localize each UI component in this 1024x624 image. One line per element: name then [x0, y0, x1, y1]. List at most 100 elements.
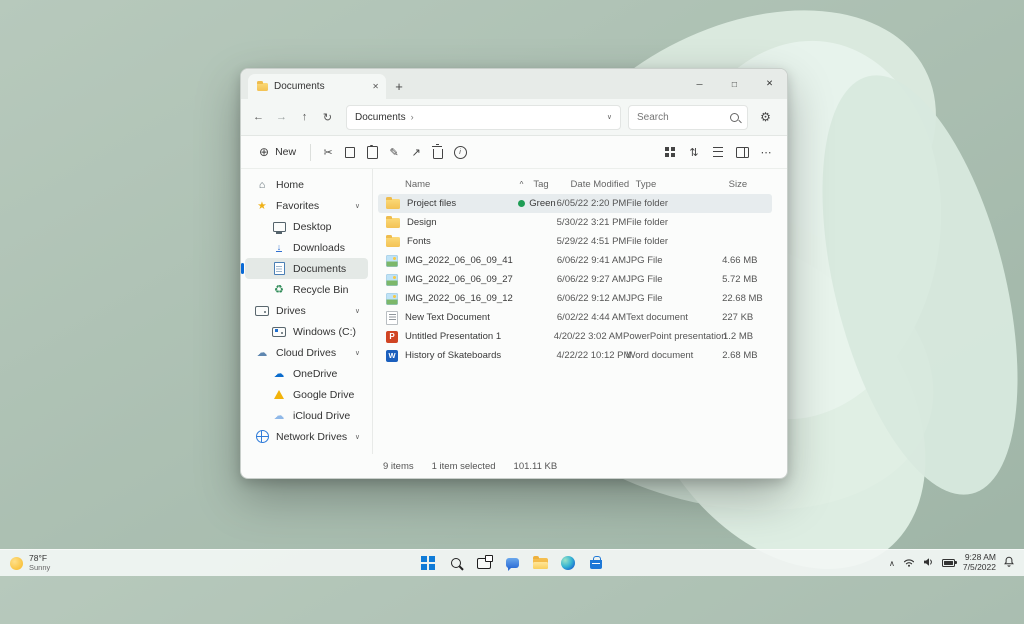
chat-icon	[505, 558, 519, 571]
view-button[interactable]	[707, 140, 729, 164]
column-tag[interactable]: Tag	[533, 179, 570, 190]
chevron-down-icon[interactable]: ∨	[355, 433, 360, 441]
sidebar-item-windows-c[interactable]: Windows (C:)	[245, 321, 368, 342]
file-explorer-button[interactable]	[531, 554, 549, 572]
file-row[interactable]: Fonts 5/29/22 4:51 PM File folder	[378, 232, 772, 251]
wifi-icon[interactable]	[903, 554, 915, 572]
sidebar-section-drives[interactable]: Drives ∨	[245, 300, 368, 321]
sidebar-item-recycle-bin[interactable]: ♻ Recycle Bin	[245, 279, 368, 300]
file-row[interactable]: IMG_2022_06_06_09_27 6/06/22 9:27 AM JPG…	[378, 270, 772, 289]
column-name[interactable]: Name ^	[386, 179, 533, 190]
windows-logo-icon	[421, 556, 427, 562]
sidebar-item-google-drive[interactable]: Google Drive	[245, 384, 368, 405]
file-explorer-window: Documents ✕ + ─ □ ✕ ← → ↑ ↻ Documents › …	[240, 68, 788, 479]
settings-button[interactable]: ⚙	[754, 106, 777, 129]
sidebar-section-network-drives[interactable]: Network Drives ∨	[245, 426, 368, 447]
image-file-icon	[386, 292, 398, 305]
file-row[interactable]: Design 5/30/22 3:21 PM File folder	[378, 213, 772, 232]
select-button[interactable]	[659, 140, 681, 164]
paste-button[interactable]	[361, 140, 383, 164]
notification-bell-icon[interactable]	[1004, 554, 1014, 572]
file-row[interactable]: Project files Green 6/05/22 2:20 PM File…	[378, 194, 772, 213]
tray-chevron-up-icon[interactable]: ∧	[889, 559, 895, 568]
chevron-down-icon[interactable]: ∨	[355, 202, 360, 210]
folder-icon	[386, 234, 400, 247]
sidebar-item-icloud-drive[interactable]: ☁ iCloud Drive	[245, 405, 368, 426]
refresh-button[interactable]: ↻	[316, 106, 339, 129]
back-button[interactable]: ←	[247, 106, 270, 129]
new-tab-button[interactable]: +	[386, 74, 412, 99]
breadcrumb[interactable]: Documents	[355, 112, 406, 123]
weather-widget[interactable]: 78°F Sunny	[10, 553, 50, 572]
tab-documents[interactable]: Documents ✕	[248, 74, 386, 99]
column-date-modified[interactable]: Date Modified	[571, 179, 636, 190]
search-input[interactable]: Search	[628, 104, 748, 130]
taskbar-clock[interactable]: 9:28 AM 7/5/2022	[962, 552, 996, 573]
see-more-button[interactable]: ⋯	[755, 140, 777, 164]
green-tag-icon	[518, 200, 526, 207]
file-row[interactable]: P Untitled Presentation 1 4/20/22 3:02 AM…	[378, 327, 772, 346]
copy-button[interactable]	[339, 140, 361, 164]
battery-icon[interactable]	[941, 559, 957, 567]
sidebar-section-cloud-drives[interactable]: ☁ Cloud Drives ∨	[245, 342, 368, 363]
tab-bar: Documents ✕ + ─ □ ✕	[241, 69, 787, 99]
copy-icon	[345, 144, 359, 158]
folder-icon	[386, 215, 400, 228]
chat-button[interactable]	[503, 554, 521, 572]
chevron-down-icon[interactable]: ∨	[355, 349, 360, 357]
sidebar-section-favorites[interactable]: ★ Favorites ∨	[245, 195, 368, 216]
maximize-button[interactable]: □	[717, 69, 752, 98]
windows-drive-icon	[272, 326, 286, 337]
sidebar-item-onedrive[interactable]: ☁ OneDrive	[245, 363, 368, 384]
search-icon	[451, 558, 461, 568]
share-button[interactable]: ↗	[405, 140, 427, 164]
image-file-icon	[386, 254, 398, 267]
chevron-down-icon[interactable]: ∨	[355, 307, 360, 315]
sidebar-item-home[interactable]: ⌂ Home	[245, 174, 368, 195]
close-button[interactable]: ✕	[752, 69, 787, 98]
address-bar[interactable]: Documents › ∨	[346, 104, 621, 130]
folder-tab-icon	[257, 80, 268, 91]
start-button[interactable]	[419, 554, 437, 572]
tab-close-button[interactable]: ✕	[372, 82, 379, 91]
new-button[interactable]: ⊕ New	[251, 140, 304, 164]
navigation-bar: ← → ↑ ↻ Documents › ∨ Search ⚙	[241, 99, 787, 136]
file-row[interactable]: New Text Document 6/02/22 4:44 AM Text d…	[378, 308, 772, 327]
task-view-button[interactable]	[475, 554, 494, 572]
properties-button[interactable]: i	[449, 140, 471, 164]
cut-button[interactable]: ✂	[317, 140, 339, 164]
column-headers: Name ^ Tag Date Modified Type Size	[378, 174, 777, 194]
file-row[interactable]: IMG_2022_06_16_09_12 6/06/22 9:12 AM JPG…	[378, 289, 772, 308]
column-size[interactable]: Size	[729, 179, 777, 190]
sidebar-item-downloads[interactable]: ↓ Downloads	[245, 237, 368, 258]
taskbar-center-icons	[419, 550, 605, 576]
forward-button[interactable]: →	[270, 106, 293, 129]
edge-button[interactable]	[559, 554, 577, 572]
share-icon: ↗	[411, 146, 421, 159]
clock-date: 7/5/2022	[962, 562, 996, 572]
sidebar-item-documents[interactable]: Documents	[241, 258, 368, 279]
file-row[interactable]: W History of Skateboards 4/22/22 10:12 PM…	[378, 346, 772, 365]
sort-button[interactable]: ⇅	[683, 140, 705, 164]
column-type[interactable]: Type	[636, 179, 729, 190]
store-icon	[590, 556, 602, 569]
up-button[interactable]: ↑	[293, 106, 316, 129]
trash-icon	[432, 144, 444, 159]
panel-icon	[735, 146, 749, 158]
store-button[interactable]	[587, 554, 605, 572]
minimize-button[interactable]: ─	[682, 69, 717, 98]
taskbar: 78°F Sunny ∧ 9:28 AM 7/5/2022	[0, 549, 1024, 576]
drive-icon	[255, 305, 269, 316]
taskbar-search-button[interactable]	[447, 554, 465, 572]
details-pane-button[interactable]	[731, 140, 753, 164]
file-row[interactable]: IMG_2022_06_06_09_41 6/06/22 9:41 AM JPG…	[378, 251, 772, 270]
rename-button[interactable]: ✎	[383, 140, 405, 164]
delete-button[interactable]	[427, 140, 449, 164]
volume-icon[interactable]	[923, 554, 934, 572]
sidebar-item-desktop[interactable]: Desktop	[245, 216, 368, 237]
sidebar: ⌂ Home ★ Favorites ∨ Desktop ↓ Downloads…	[241, 169, 373, 454]
address-dropdown-icon[interactable]: ∨	[607, 113, 612, 121]
window-body: ⌂ Home ★ Favorites ∨ Desktop ↓ Downloads…	[241, 169, 787, 454]
file-explorer-icon	[532, 555, 548, 569]
list-view-icon	[713, 147, 723, 157]
